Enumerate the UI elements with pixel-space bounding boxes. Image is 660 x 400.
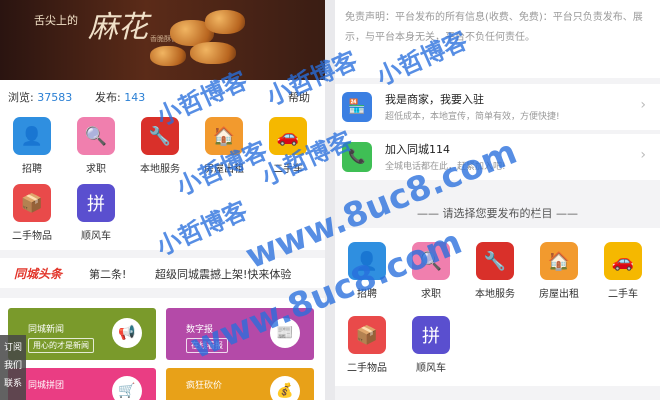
category-house-rent[interactable]: 🏠 房屋出租 (194, 117, 254, 175)
chevron-right-icon: › (640, 97, 646, 113)
house-icon: 🏠 (540, 242, 578, 280)
headline-item: 第二条! (89, 268, 127, 281)
banner-food-image (190, 42, 236, 64)
shop-icon: 🏪 (342, 92, 372, 122)
category-carpool[interactable]: 拼 顺风车 (401, 316, 461, 374)
category-grid: 👤 招聘 🔍 求职 🔧 本地服务 🏠 房屋出租 🚗 二手车 📦 二手物品 拼 顺… (0, 110, 325, 250)
newspaper-icon: 📰 (270, 318, 300, 348)
category-label: 二手车 (273, 164, 303, 175)
category-recruit[interactable]: 👤 招聘 (2, 117, 62, 175)
carpool-icon: 拼 (77, 184, 115, 222)
megaphone-icon: 📢 (112, 318, 142, 348)
category-jobseek[interactable]: 🔍 求职 (66, 117, 126, 175)
card-title: 同城拼团 (28, 381, 65, 391)
merchant-subtitle: 超低成本，本地宣传，简单有效，方便快捷! (385, 112, 560, 122)
stats-bar: 浏览: 37583 发布: 143 帮助 (0, 80, 325, 110)
phone-icon: 📞 (342, 142, 372, 172)
banner[interactable]: 舌尖上的 麻花 香脆酥香 传统工艺 (0, 0, 325, 80)
panel-divider (325, 0, 335, 400)
banner-small-text: 舌尖上的 (34, 14, 78, 27)
recruit-icon: 👤 (348, 242, 386, 280)
category-recruit[interactable]: 👤 招聘 (337, 242, 397, 300)
screenshot-stage: 舌尖上的 麻花 香脆酥香 传统工艺 浏览: 37583 发布: 143 帮助 👤… (0, 0, 660, 400)
category-label: 本地服务 (140, 164, 180, 175)
feature-cards: 同城新闻 用心的才是新闻 📢 数字报 在线看报 📰 同城拼团 🛒 疯狂砍价 💰 (0, 298, 325, 400)
card-bargain[interactable]: 疯狂砍价 💰 (166, 368, 314, 400)
join-subtitle: 全城电话都在此，赶紧加入吧! (385, 162, 506, 172)
recruit-icon: 👤 (13, 117, 51, 155)
help-link[interactable]: 帮助 (288, 89, 310, 105)
headline-ticker[interactable]: 同城头条 第二条! 超级同城震撼上架!快来体验 (0, 258, 325, 288)
category-label: 房屋出租 (204, 164, 244, 175)
category-used-goods[interactable]: 📦 二手物品 (2, 184, 62, 242)
headline-logo: 同城头条 (14, 267, 63, 281)
float-item-subscribe[interactable]: 订阅 (0, 339, 26, 357)
card-title: 数字报 (186, 325, 214, 335)
card-subtitle: 用心的才是新闻 (28, 338, 94, 353)
goods-icon: 📦 (13, 184, 51, 222)
views-stat: 浏览: 37583 (8, 89, 72, 105)
cart-icon: 🛒 (112, 376, 142, 400)
local-service-icon: 🔧 (141, 117, 179, 155)
category-label: 求职 (421, 289, 441, 300)
float-item-contact[interactable]: 联系 (0, 375, 26, 393)
banner-food-image (205, 10, 245, 34)
category-used-car[interactable]: 🚗 二手车 (258, 117, 318, 175)
disclaimer-text: 免责声明：平台发布的所有信息(收费、免费)：平台只负责发布、展示，与平台本身无关… (335, 0, 660, 78)
left-phone-screen: 舌尖上的 麻花 香脆酥香 传统工艺 浏览: 37583 发布: 143 帮助 👤… (0, 0, 325, 400)
posts-count: 143 (124, 91, 146, 104)
card-digital-paper[interactable]: 数字报 在线看报 📰 (166, 308, 314, 360)
publish-category-grid: 👤 招聘 🔍 求职 🔧 本地服务 🏠 房屋出租 🚗 二手车 📦 二手物品 拼 顺… (335, 228, 660, 386)
views-label: 浏览: (8, 91, 34, 104)
card-group-buy[interactable]: 同城拼团 🛒 (8, 368, 156, 400)
category-house-rent[interactable]: 🏠 房屋出租 (529, 242, 589, 300)
category-local-service[interactable]: 🔧 本地服务 (130, 117, 190, 175)
category-label: 二手物品 (12, 231, 52, 242)
category-label: 顺风车 (81, 231, 111, 242)
chevron-right-icon: › (640, 147, 646, 163)
car-icon: 🚗 (269, 117, 307, 155)
right-phone-screen: 免责声明：平台发布的所有信息(收费、免费)：平台只负责发布、展示，与平台本身无关… (335, 0, 660, 400)
category-label: 房屋出租 (539, 289, 579, 300)
join-114-row[interactable]: 📞 加入同城114 全城电话都在此，赶紧加入吧! › (335, 134, 660, 180)
headline-item: 超级同城震撼上架!快来体验 (155, 268, 292, 281)
category-label: 求职 (86, 164, 106, 175)
join-title: 加入同城114 (385, 143, 450, 156)
category-label: 二手车 (608, 289, 638, 300)
banner-food-image (150, 46, 186, 66)
jobseek-icon: 🔍 (77, 117, 115, 155)
category-carpool[interactable]: 拼 顺风车 (66, 184, 126, 242)
goods-icon: 📦 (348, 316, 386, 354)
category-used-car[interactable]: 🚗 二手车 (593, 242, 653, 300)
category-jobseek[interactable]: 🔍 求职 (401, 242, 461, 300)
posts-label: 发布: (95, 91, 121, 104)
category-used-goods[interactable]: 📦 二手物品 (337, 316, 397, 374)
local-service-icon: 🔧 (476, 242, 514, 280)
carpool-icon: 拼 (412, 316, 450, 354)
floating-menu[interactable]: 订阅 我们 联系 (0, 335, 26, 400)
banner-title: 麻花 (88, 10, 148, 45)
merchant-join-row[interactable]: 🏪 我是商家，我要入驻 超低成本，本地宣传，简单有效，方便快捷! › (335, 84, 660, 130)
category-label: 本地服务 (475, 289, 515, 300)
card-title: 疯狂砍价 (186, 381, 223, 391)
car-icon: 🚗 (604, 242, 642, 280)
posts-stat: 发布: 143 (95, 89, 145, 105)
card-city-news[interactable]: 同城新闻 用心的才是新闻 📢 (8, 308, 156, 360)
category-label: 招聘 (357, 289, 377, 300)
jobseek-icon: 🔍 (412, 242, 450, 280)
category-label: 顺风车 (416, 363, 446, 374)
category-label: 招聘 (22, 164, 42, 175)
category-local-service[interactable]: 🔧 本地服务 (465, 242, 525, 300)
merchant-title: 我是商家，我要入驻 (385, 93, 484, 106)
card-title: 同城新闻 (28, 325, 65, 335)
card-subtitle: 在线看报 (186, 338, 228, 353)
category-label: 二手物品 (347, 363, 387, 374)
house-icon: 🏠 (205, 117, 243, 155)
views-count: 37583 (37, 91, 73, 104)
coin-icon: 💰 (270, 376, 300, 400)
float-item-about[interactable]: 我们 (0, 357, 26, 375)
section-title: —— 请选择您要发布的栏目 —— (417, 207, 578, 220)
